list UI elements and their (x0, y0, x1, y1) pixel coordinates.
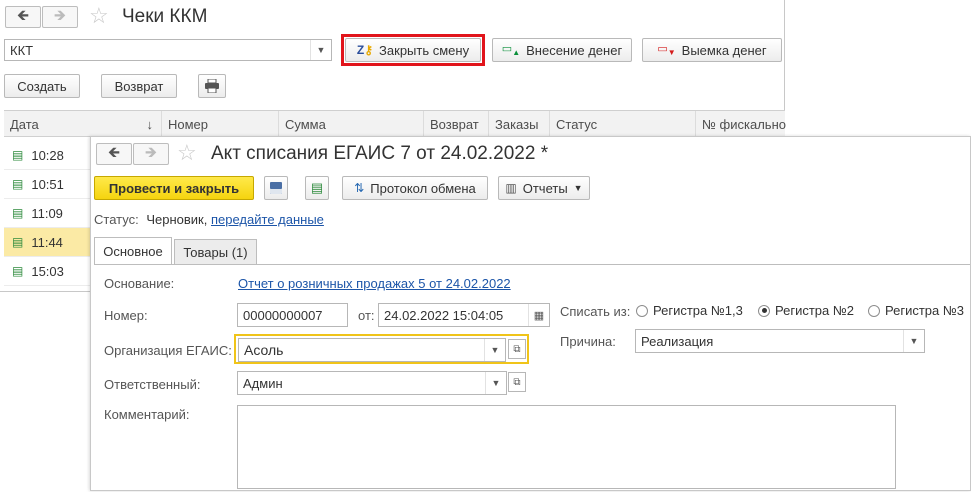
back-button[interactable]: 🡸 (5, 6, 41, 28)
favorite-star-icon[interactable]: ☆ (89, 5, 109, 27)
comment-label: Комментарий: (104, 407, 190, 422)
save-button[interactable] (264, 176, 288, 200)
tab-goods[interactable]: Товары (1) (174, 239, 257, 265)
date-label: от: (358, 308, 375, 323)
table-row[interactable]: ▤ 11:09 (4, 199, 94, 228)
table-row[interactable]: ▤ 10:51 (4, 170, 94, 199)
back-button[interactable]: 🡸 (96, 143, 132, 165)
chevron-down-icon[interactable]: ▼ (310, 40, 331, 60)
deposit-money-button[interactable]: ▭▲ Внесение денег (492, 38, 632, 62)
print-button[interactable] (198, 74, 226, 98)
window-title: Акт списания ЕГАИС 7 от 24.02.2022 * (211, 143, 549, 164)
column-header-number[interactable]: Номер (162, 111, 279, 137)
number-field[interactable]: 00000000007 (237, 303, 348, 327)
org-select[interactable]: Асоль ▼ (238, 338, 506, 362)
printer-icon (205, 79, 219, 93)
arrow-right-icon: 🡺 (53, 6, 67, 24)
column-header-orders[interactable]: Заказы (489, 111, 550, 137)
open-window-icon: ⧉ (513, 343, 521, 355)
arrow-left-icon: 🡸 (16, 6, 30, 24)
writeoff-label: Списать из: (560, 304, 631, 319)
return-button[interactable]: Возврат (101, 74, 177, 98)
tab-main[interactable]: Основное (94, 237, 172, 265)
forward-button[interactable]: 🡺 (42, 6, 78, 28)
exchange-arrows-icon: ⇅ (354, 181, 365, 195)
document-posted-icon: ▤ (12, 235, 24, 249)
cash-register-in-icon: ▭▲ (501, 43, 521, 58)
org-label: Организация ЕГАИС: (104, 343, 232, 358)
open-window-icon: ⧉ (513, 376, 521, 388)
close-shift-icon: Z⚷ (356, 43, 374, 57)
number-label: Номер: (104, 308, 148, 323)
floppy-disk-icon (270, 182, 282, 194)
post-and-close-button[interactable]: Провести и закрыть (94, 176, 254, 200)
table-row-selected[interactable]: ▤ 11:44 (4, 228, 94, 257)
favorite-star-icon[interactable]: ☆ (177, 142, 197, 164)
basis-label: Основание: (104, 276, 175, 291)
reason-label: Причина: (560, 334, 616, 349)
withdraw-money-button[interactable]: ▭▼ Выемка денег (642, 38, 782, 62)
writeoff-act-window: 🡸 🡺 ☆ Акт списания ЕГАИС 7 от 24.02.2022… (90, 136, 971, 491)
post-button[interactable]: ▤ (305, 176, 329, 200)
calendar-icon[interactable]: ▦ (528, 304, 549, 326)
responsible-label: Ответственный: (104, 377, 201, 392)
basis-link[interactable]: Отчет о розничных продажах 5 от 24.02.20… (238, 276, 511, 291)
date-field[interactable]: 24.02.2022 15:04:05 ▦ (378, 303, 550, 327)
radio-icon (868, 304, 880, 317)
cash-register-out-icon: ▭▼ (657, 43, 676, 58)
radio-selected-icon (758, 304, 770, 317)
comment-textarea[interactable] (237, 405, 896, 489)
forward-button[interactable]: 🡺 (133, 143, 169, 165)
window-title: Чеки ККМ (122, 6, 208, 27)
table-header: Дата ↓ Номер Сумма Возврат Заказы Статус… (4, 111, 786, 137)
document-posted-icon: ▤ (12, 264, 24, 278)
table-row[interactable]: ▤ 15:03 (4, 257, 94, 286)
column-header-sum[interactable]: Сумма (279, 111, 424, 137)
status-line: Статус: Черновик, передайте данные (94, 212, 324, 227)
table-row[interactable]: ▤ 10:28 (4, 141, 94, 170)
report-icon: ▥ (505, 181, 517, 195)
writeoff-option-1-3[interactable]: Регистра №1,3 (636, 303, 743, 318)
document-posted-icon: ▤ (12, 148, 24, 162)
chevron-down-icon[interactable]: ▼ (485, 372, 506, 394)
column-header-return[interactable]: Возврат (424, 111, 489, 137)
document-posted-icon: ▤ (12, 206, 24, 220)
reports-button[interactable]: ▥ Отчеты ▼ (498, 176, 590, 200)
org-open-button[interactable]: ⧉ (508, 339, 526, 359)
column-header-fiscal-number[interactable]: № фискально (696, 111, 786, 137)
exchange-log-button[interactable]: ⇅ Протокол обмена (342, 176, 488, 200)
writeoff-option-3[interactable]: Регистра №3 (868, 303, 964, 318)
arrow-left-icon: 🡸 (107, 143, 121, 161)
document-posted-icon: ▤ (12, 177, 24, 191)
send-data-link[interactable]: передайте данные (211, 212, 324, 227)
status-value: Черновик, (146, 212, 208, 227)
responsible-select[interactable]: Админ ▼ (237, 371, 507, 395)
kkt-select[interactable]: ККТ ▼ (4, 39, 332, 61)
radio-icon (636, 304, 648, 317)
post-document-icon: ▤ (310, 180, 324, 195)
writeoff-option-2[interactable]: Регистра №2 (758, 303, 854, 318)
close-shift-button[interactable]: Z⚷ Закрыть смену (345, 38, 481, 62)
responsible-open-button[interactable]: ⧉ (508, 372, 526, 392)
sort-down-icon: ↓ (146, 116, 154, 132)
chevron-down-icon: ▼ (573, 183, 583, 193)
column-header-status[interactable]: Статус (550, 111, 696, 137)
chevron-down-icon[interactable]: ▼ (903, 330, 924, 352)
arrow-right-icon: 🡺 (144, 143, 158, 161)
reason-select[interactable]: Реализация ▼ (635, 329, 925, 353)
column-header-date[interactable]: Дата ↓ (4, 111, 162, 137)
chevron-down-icon[interactable]: ▼ (484, 339, 505, 361)
create-button[interactable]: Создать (4, 74, 80, 98)
